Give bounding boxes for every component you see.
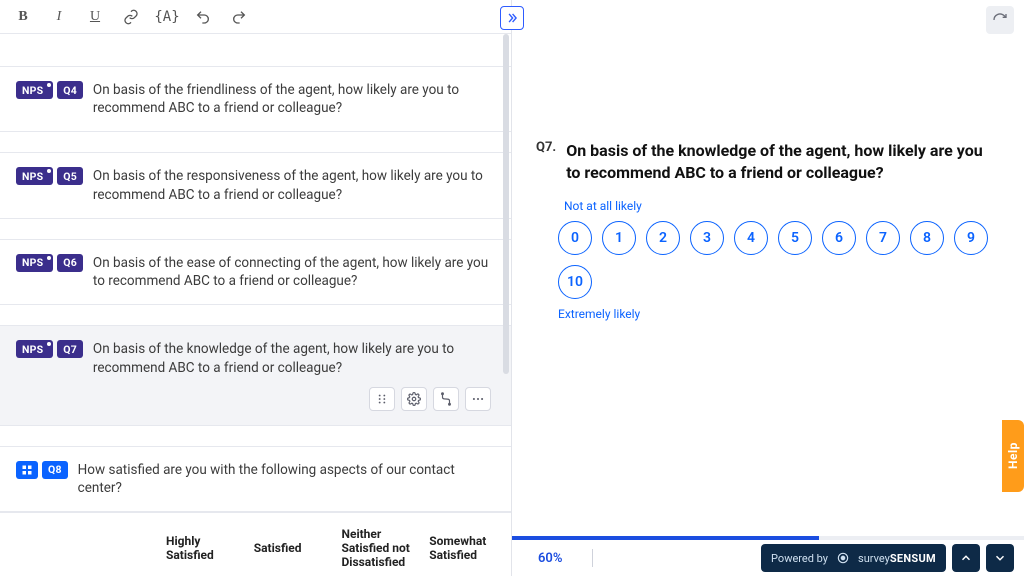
- nps-option[interactable]: 9: [954, 221, 988, 255]
- nps-option[interactable]: 1: [602, 221, 636, 255]
- question-type-badge: NPS: [16, 167, 53, 185]
- matrix-question: Highly Satisfied Satisfied Neither Satis…: [0, 512, 511, 576]
- question-card[interactable]: Q8 How satisfied are you with the follow…: [0, 446, 511, 512]
- preview-footer: 60% Powered by surveySENSUM: [512, 540, 1024, 576]
- scrollbar-thumb[interactable]: [503, 34, 509, 374]
- settings-button[interactable]: [401, 387, 427, 411]
- left-editor-panel: B I U {A} NPS Q4 On basis of the friendl…: [0, 0, 512, 576]
- drag-handle[interactable]: [369, 387, 395, 411]
- question-type-badge: NPS: [16, 254, 53, 272]
- question-number-badge: Q5: [57, 167, 83, 185]
- question-type-badge: NPS: [16, 81, 53, 99]
- matrix-column-header: Highly Satisfied: [160, 513, 248, 576]
- bold-button[interactable]: B: [14, 8, 32, 26]
- powered-by-brand[interactable]: Powered by surveySENSUM: [761, 544, 946, 572]
- nps-option[interactable]: 3: [690, 221, 724, 255]
- divider: [592, 549, 593, 567]
- brand-text-2: SENSUM: [890, 552, 936, 565]
- powered-by-label: Powered by: [771, 552, 828, 565]
- more-button[interactable]: [465, 387, 491, 411]
- brand-logo-icon: [836, 551, 850, 565]
- underline-button[interactable]: U: [86, 8, 104, 26]
- help-tab[interactable]: Help: [1002, 420, 1024, 492]
- redo-button[interactable]: [230, 8, 248, 26]
- question-text: On basis of the ease of connecting of th…: [93, 254, 495, 290]
- question-card[interactable]: NPS Q4 On basis of the friendliness of t…: [0, 66, 511, 132]
- nps-option[interactable]: 10: [558, 265, 592, 299]
- nps-option[interactable]: 7: [866, 221, 900, 255]
- question-text: How satisfied are you with the following…: [78, 461, 495, 497]
- question-list: NPS Q4 On basis of the friendliness of t…: [0, 66, 511, 576]
- question-card[interactable]: NPS Q6 On basis of the ease of connectin…: [0, 239, 511, 305]
- question-text: On basis of the responsiveness of the ag…: [93, 167, 495, 203]
- matrix-column-header: Satisfied: [248, 513, 336, 576]
- question-number-badge: Q8: [42, 461, 68, 479]
- question-card[interactable]: NPS Q5 On basis of the responsiveness of…: [0, 152, 511, 218]
- refresh-preview-button[interactable]: [986, 6, 1014, 34]
- question-type-icon: [16, 461, 38, 479]
- preview-question-number: Q7.: [536, 140, 556, 155]
- brand-text-1: survey: [858, 552, 890, 565]
- matrix-column-header: Somewhat Satisfied: [423, 513, 511, 576]
- progress-percent: 60%: [538, 551, 588, 566]
- italic-button[interactable]: I: [50, 8, 68, 26]
- question-number-badge: Q7: [57, 340, 83, 358]
- prev-question-button[interactable]: [952, 544, 980, 572]
- question-type-badge: NPS: [16, 340, 53, 358]
- nps-low-label: Not at all likely: [564, 199, 1000, 213]
- variable-button[interactable]: {A}: [158, 8, 176, 26]
- nps-option[interactable]: 2: [646, 221, 680, 255]
- matrix-column-header: Neither Satisfied not Dissatisfied: [336, 513, 424, 576]
- editor-toolbar: B I U {A}: [0, 0, 511, 34]
- nps-option[interactable]: 8: [910, 221, 944, 255]
- nps-high-label: Extremely likely: [558, 307, 1000, 321]
- question-number-badge: Q4: [57, 81, 83, 99]
- right-preview-panel: Q7. On basis of the knowledge of the age…: [512, 0, 1024, 576]
- question-number-badge: Q6: [57, 254, 83, 272]
- question-text: On basis of the friendliness of the agen…: [93, 81, 495, 117]
- undo-button[interactable]: [194, 8, 212, 26]
- collapse-preview-button[interactable]: [500, 6, 524, 30]
- next-question-button[interactable]: [986, 544, 1014, 572]
- preview-body: Q7. On basis of the knowledge of the age…: [536, 140, 1000, 532]
- nps-scale: 0 1 2 3 4 5 6 7 8 9 10: [558, 221, 988, 299]
- preview-question-text: On basis of the knowledge of the agent, …: [566, 140, 1000, 185]
- question-card-selected[interactable]: NPS Q7 On basis of the knowledge of the …: [0, 325, 511, 425]
- nps-option[interactable]: 4: [734, 221, 768, 255]
- question-actions: [16, 387, 495, 411]
- question-text: On basis of the knowledge of the agent, …: [93, 340, 495, 376]
- nps-option[interactable]: 6: [822, 221, 856, 255]
- nps-option[interactable]: 0: [558, 221, 592, 255]
- link-button[interactable]: [122, 8, 140, 26]
- logic-button[interactable]: [433, 387, 459, 411]
- nps-option[interactable]: 5: [778, 221, 812, 255]
